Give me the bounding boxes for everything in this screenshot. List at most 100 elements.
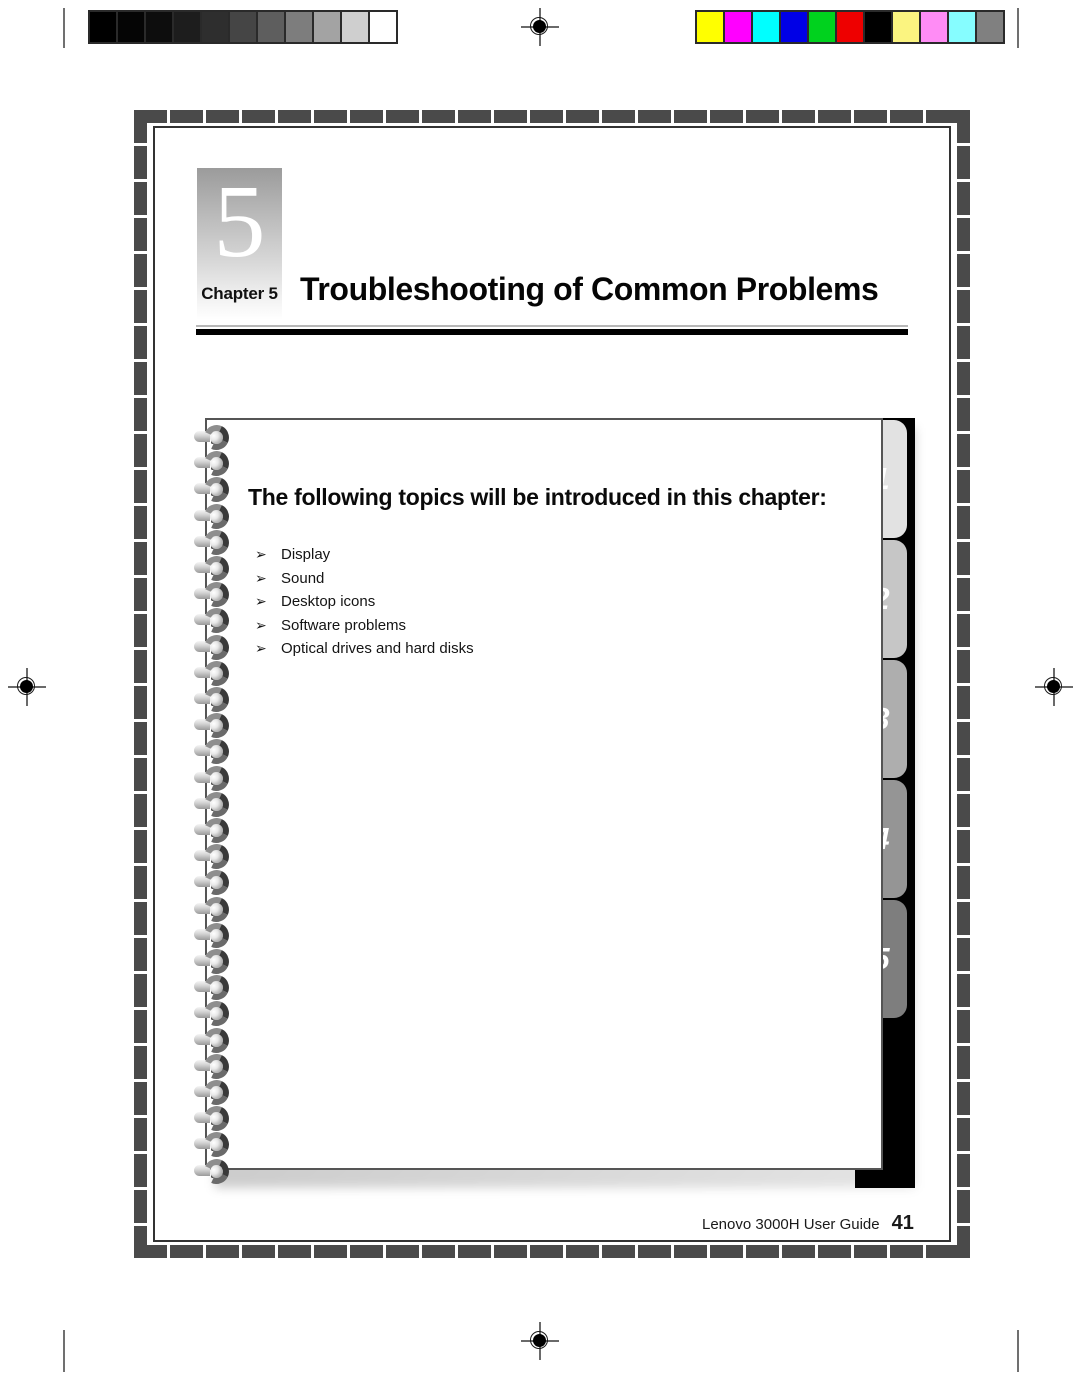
frame-dash-segment bbox=[134, 722, 147, 755]
spiral-coil-ring bbox=[200, 945, 233, 978]
frame-dash-segment bbox=[746, 110, 779, 123]
frame-dash-segment bbox=[602, 110, 635, 123]
frame-dash-segment bbox=[278, 1245, 311, 1258]
frame-dash-segment bbox=[926, 110, 959, 123]
bullet-arrow-icon: ➢ bbox=[255, 569, 267, 586]
spiral-coil-ring bbox=[200, 1128, 233, 1161]
topic-label: Display bbox=[281, 546, 331, 563]
frame-dash-segment bbox=[854, 1245, 887, 1258]
grayscale-patch-2 bbox=[146, 12, 172, 42]
frame-dash-segment bbox=[957, 1190, 970, 1223]
registration-dot bbox=[20, 680, 33, 693]
spiral-coil-ring bbox=[200, 473, 233, 506]
frame-dash-segment bbox=[710, 1245, 743, 1258]
topic-item: ➢ Software problems bbox=[255, 617, 474, 641]
spiral-coil bbox=[194, 866, 238, 899]
frame-dash-segment bbox=[134, 470, 147, 503]
frame-dash-segment bbox=[134, 542, 147, 575]
color-patch-9 bbox=[949, 12, 975, 42]
spiral-coil-ring bbox=[200, 1050, 233, 1083]
page-footer: Lenovo 3000H User Guide 41 bbox=[702, 1212, 914, 1235]
spiral-coil bbox=[194, 526, 238, 559]
grayscale-patch-0 bbox=[90, 12, 116, 42]
spiral-coil bbox=[194, 1024, 238, 1057]
spiral-coil-ring bbox=[200, 997, 233, 1030]
frame-dash-segment bbox=[134, 506, 147, 539]
frame-dash-segment bbox=[782, 110, 815, 123]
spiral-coil-ring bbox=[200, 788, 233, 821]
frame-dash-segment bbox=[134, 218, 147, 251]
spiral-coil bbox=[194, 473, 238, 506]
frame-dash-segment bbox=[134, 650, 147, 683]
frame-dash-segment bbox=[350, 110, 383, 123]
topics-heading: The following topics will be introduced … bbox=[248, 484, 827, 510]
frame-dash-segment bbox=[134, 434, 147, 467]
spiral-coil bbox=[194, 709, 238, 742]
color-patch-10 bbox=[977, 12, 1003, 42]
footer-page-number: 41 bbox=[891, 1212, 914, 1234]
frame-dash-segment bbox=[957, 1082, 970, 1115]
frame-dash-segment bbox=[957, 290, 970, 323]
spiral-coil bbox=[194, 604, 238, 637]
frame-dash-segment bbox=[638, 1245, 671, 1258]
frame-dash-segment bbox=[638, 110, 671, 123]
spiral-coil bbox=[194, 447, 238, 480]
topic-label: Desktop icons bbox=[281, 593, 376, 610]
frame-dash-segment bbox=[957, 362, 970, 395]
grayscale-patch-6 bbox=[258, 12, 284, 42]
chapter-label: Chapter 5 bbox=[201, 284, 278, 303]
frame-dash-segment bbox=[957, 1010, 970, 1043]
frame-dash-segment bbox=[566, 110, 599, 123]
title-rule-thick bbox=[196, 329, 908, 335]
frame-dash-segment bbox=[170, 110, 203, 123]
frame-dash-segment bbox=[674, 110, 707, 123]
color-patch-8 bbox=[921, 12, 947, 42]
color-patch-6 bbox=[865, 12, 891, 42]
spiral-coil-ring bbox=[200, 657, 233, 690]
spiral-coil-ring bbox=[200, 866, 233, 899]
spiral-coil bbox=[194, 893, 238, 926]
frame-dash-segment bbox=[134, 290, 147, 323]
frame-dash-segment bbox=[957, 254, 970, 287]
frame-dash-segment bbox=[890, 1245, 923, 1258]
notebook-card: 12345 bbox=[194, 418, 915, 1188]
spiral-coil-ring bbox=[200, 1102, 233, 1135]
frame-dash-segment bbox=[710, 110, 743, 123]
spiral-coil-ring bbox=[200, 421, 233, 454]
frame-dash-segment bbox=[134, 398, 147, 431]
frame-dash-segment bbox=[134, 1154, 147, 1187]
spiral-coil bbox=[194, 1076, 238, 1109]
frame-dash-segment bbox=[242, 110, 275, 123]
spiral-coil bbox=[194, 1102, 238, 1135]
spiral-coil bbox=[194, 1155, 238, 1188]
crop-mark-top-right bbox=[1017, 8, 1019, 48]
frame-dash-segment bbox=[494, 110, 527, 123]
frame-dash-segment bbox=[957, 614, 970, 647]
bullet-arrow-icon: ➢ bbox=[255, 546, 267, 562]
frame-dash-segment bbox=[422, 110, 455, 123]
color-patch-5 bbox=[837, 12, 863, 42]
frame-dash-segment bbox=[134, 974, 147, 1007]
frame-dash-segment bbox=[782, 1245, 815, 1258]
frame-dash-segment bbox=[134, 1190, 147, 1223]
frame-dash-segment bbox=[602, 1245, 635, 1258]
spiral-coil bbox=[194, 421, 238, 454]
chapter-big-numeral: 5 bbox=[213, 164, 266, 279]
color-calibration-bar bbox=[695, 10, 1005, 44]
spiral-coil-ring bbox=[200, 526, 233, 559]
spiral-coil bbox=[194, 1050, 238, 1083]
bullet-arrow-icon: ➢ bbox=[255, 593, 267, 609]
grayscale-patch-9 bbox=[342, 12, 368, 42]
frame-dash-segment bbox=[314, 1245, 347, 1258]
spiral-binding bbox=[194, 421, 240, 1188]
spiral-coil-ring bbox=[200, 1024, 233, 1057]
frame-dash-segment bbox=[386, 1245, 419, 1258]
frame-dash-segment bbox=[957, 182, 970, 215]
frame-dash-segment bbox=[458, 1245, 491, 1258]
frame-dash-segment bbox=[854, 110, 887, 123]
frame-dash-segment bbox=[957, 794, 970, 827]
topic-item: ➢ Desktop icons bbox=[255, 593, 474, 617]
grayscale-calibration-bar bbox=[88, 10, 398, 44]
grayscale-patch-3 bbox=[174, 12, 200, 42]
frame-dash-segment bbox=[134, 578, 147, 611]
